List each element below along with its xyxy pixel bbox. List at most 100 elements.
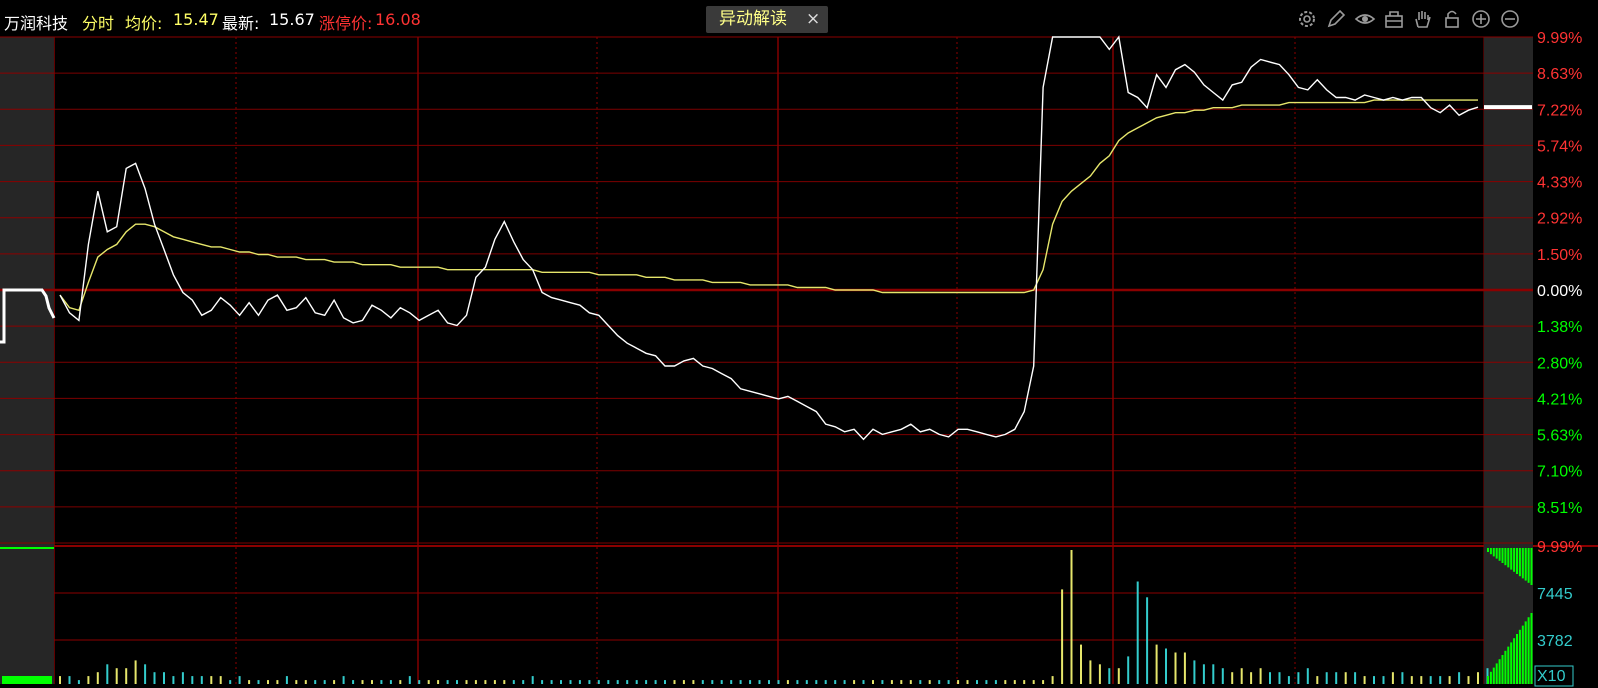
lock-icon[interactable] [1441, 8, 1463, 30]
last-price-label: 最新: [222, 14, 260, 33]
volume-bar [1193, 660, 1196, 684]
volume-bar [77, 680, 80, 684]
volume-bar [238, 676, 241, 684]
volume-bar [1401, 672, 1404, 684]
volume-bar [1373, 676, 1375, 684]
volume-bar [1344, 672, 1347, 684]
volume-bar [1212, 664, 1215, 684]
volume-bar [446, 680, 449, 684]
volume-bar [739, 680, 742, 684]
volume-bar [872, 680, 874, 684]
volume-bar [777, 680, 780, 684]
volume-bar [834, 680, 837, 684]
volume-bar [144, 664, 147, 684]
price-axis-label-up: 8.63% [1537, 66, 1582, 83]
price-axis-label-down: 4.21% [1537, 391, 1582, 408]
volume-bars [59, 550, 1489, 684]
price-axis-label-down: 5.63% [1537, 428, 1582, 445]
volume-bar [229, 680, 232, 684]
volume-bar [1042, 680, 1045, 684]
volume-bar [541, 680, 544, 684]
volume-bar [749, 680, 752, 684]
close-icon[interactable]: × [806, 6, 820, 33]
price-axis-label-up: 4.33% [1537, 175, 1582, 192]
volume-bar [1363, 676, 1366, 684]
volume-bar [550, 680, 553, 684]
volume-bar [1269, 672, 1271, 684]
volume-bar [200, 676, 203, 684]
volume-bar [1420, 676, 1423, 684]
volume-bar [125, 668, 128, 684]
volume-bar [1174, 652, 1177, 684]
volume-axis-labels: 9.99% 7445 3782 X10 [1534, 539, 1582, 687]
anomaly-interpretation-button[interactable]: 异动解读 × [706, 6, 828, 33]
volume-axis-label: 7445 [1537, 586, 1573, 603]
volume-bar [569, 680, 572, 684]
volume-bar [1080, 644, 1082, 684]
volume-bar [607, 680, 610, 684]
volume-bar [928, 680, 931, 684]
eye-icon[interactable] [1354, 8, 1376, 30]
volume-bar [59, 676, 61, 684]
price-axis-label-up: 2.92% [1537, 211, 1582, 228]
volume-bar [248, 680, 251, 684]
volume-bar [1136, 581, 1139, 684]
volume-bar [1146, 597, 1149, 684]
volume-bar [938, 680, 941, 684]
volume-bar [1165, 648, 1167, 684]
volume-bar [323, 680, 326, 684]
settings-icon[interactable] [1296, 8, 1318, 30]
chart-header: 万润科技 分时 均价: 15.47 最新: 15.67 涨停价: 16.08 异… [0, 6, 1598, 34]
avg-price-value: 15.47 [173, 10, 219, 29]
volume-bar [285, 676, 288, 684]
limit-price-value: 16.08 [375, 10, 421, 29]
volume-bar [588, 680, 591, 684]
price-axis-labels: 9.99%8.63%7.22%5.74%4.33%2.92%1.50%0.00%… [1537, 30, 1582, 517]
volume-bar [380, 680, 383, 684]
volume-bar [210, 676, 213, 684]
stock-name[interactable]: 万润科技 [4, 10, 68, 34]
volume-bar [626, 680, 629, 684]
volume-bar [267, 680, 269, 684]
volume-bar [664, 680, 666, 684]
zoom-in-icon[interactable] [1470, 8, 1492, 30]
volume-bar [1127, 656, 1130, 684]
volume-bar [976, 680, 978, 684]
volume-bar [474, 680, 477, 684]
volume-axis-label: 3782 [1537, 633, 1573, 650]
last-price-value: 15.67 [269, 10, 315, 29]
volume-bar [181, 672, 184, 684]
price-axis-label-up: 1.50% [1537, 247, 1582, 264]
limit-price-label: 涨停价: [319, 14, 373, 33]
volume-bar [862, 680, 865, 684]
price-axis-label-down: 2.80% [1537, 355, 1582, 372]
volume-bar [1287, 676, 1290, 684]
volume-bar [815, 680, 818, 684]
volume-bar [919, 680, 922, 684]
volume-bar [692, 680, 695, 684]
volume-bar [115, 668, 118, 684]
volume-bar [701, 680, 704, 684]
price-axis-label-down: 1.38% [1537, 319, 1582, 336]
volume-bar [1108, 668, 1111, 684]
intraday-chart[interactable]: 9.99% 8.63% 7.22% 5.74% 4.33% 2.92% 1.50% 0.00%… [0, 0, 1598, 688]
volume-bar [1477, 672, 1479, 684]
volume-bar [1004, 680, 1007, 684]
zoom-out-icon[interactable] [1499, 8, 1521, 30]
price-axis-label-up: 7.22% [1537, 102, 1582, 119]
volume-bar [484, 680, 487, 684]
volume-bar [172, 676, 175, 684]
hand-icon[interactable] [1412, 8, 1434, 30]
auction-panel [1484, 37, 1533, 684]
pen-icon[interactable] [1325, 8, 1347, 30]
volume-bar [890, 680, 893, 684]
volume-bar [1316, 676, 1319, 684]
volume-bar [711, 680, 714, 684]
volume-bar [1278, 672, 1281, 684]
basket-icon[interactable] [1383, 8, 1405, 30]
volume-bar [1098, 664, 1101, 684]
volume-bar [531, 676, 534, 684]
mode-label[interactable]: 分时 [82, 10, 114, 34]
volume-bar [730, 680, 733, 684]
volume-bar [456, 680, 458, 684]
